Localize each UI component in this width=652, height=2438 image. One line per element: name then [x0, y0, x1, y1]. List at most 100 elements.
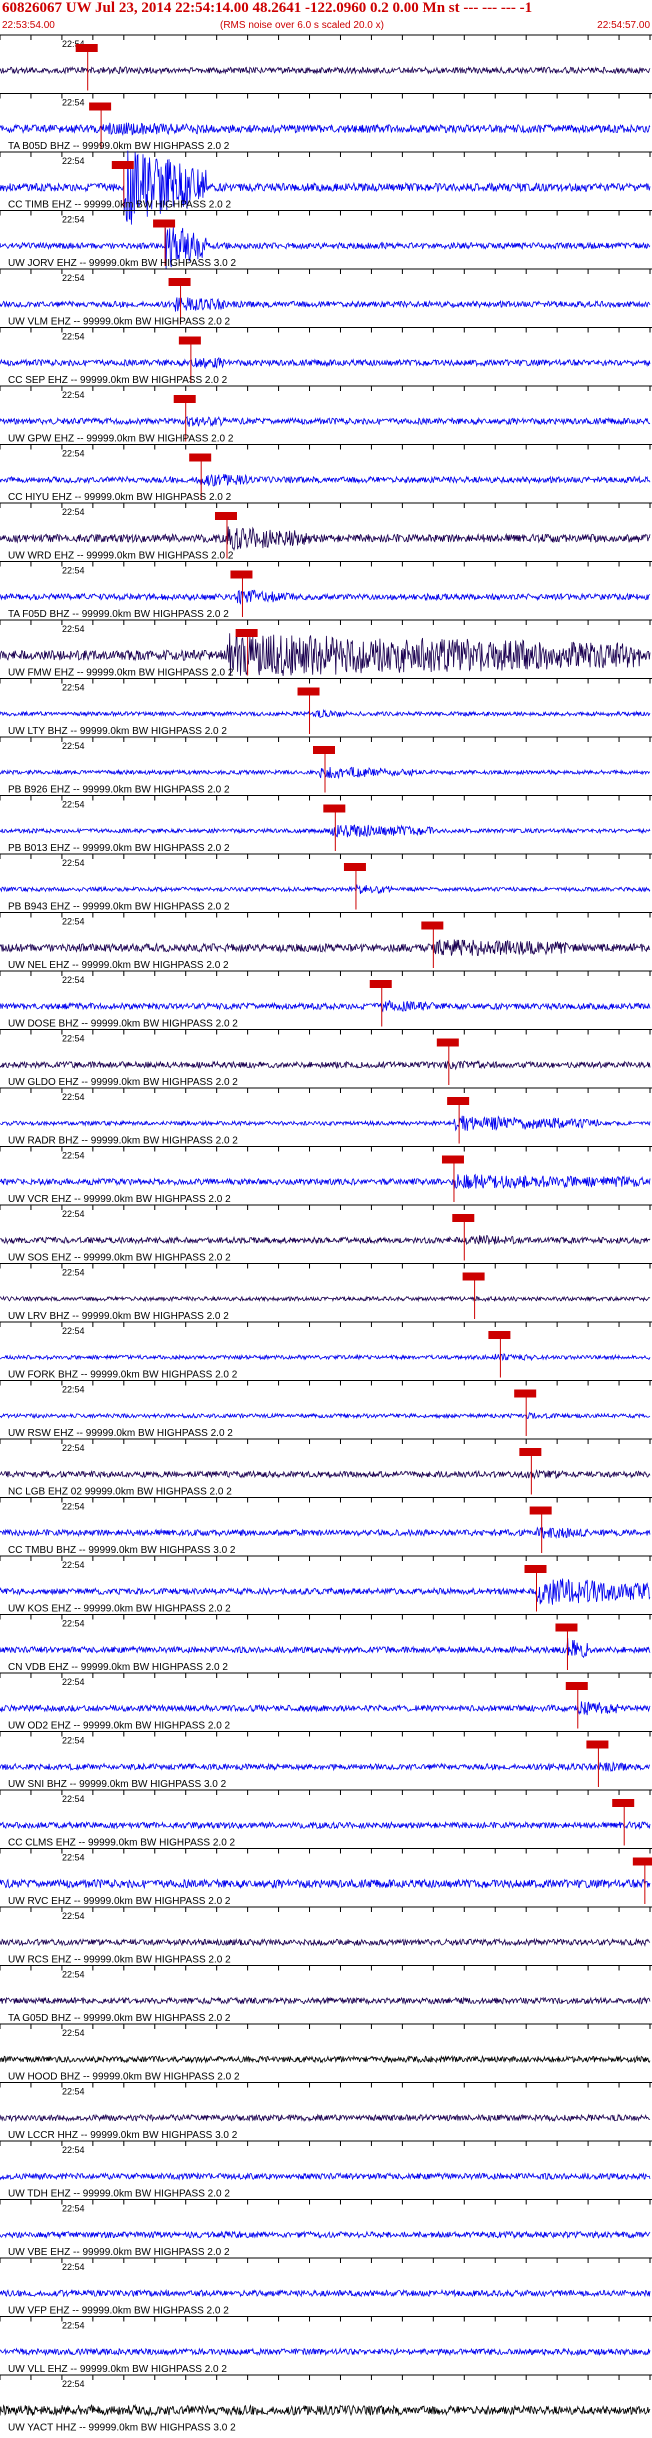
- pick-marker: [313, 746, 335, 754]
- pick-marker: [214, 512, 237, 520]
- waveform: [0, 1578, 651, 1605]
- time-label: 22:54: [62, 449, 85, 459]
- time-label: 22:54: [62, 98, 85, 108]
- trace-7: 22:54 CC HIYU EHZ -- 99999.0km BW HIGHPAS…: [0, 444, 652, 503]
- station-label: UW RVC EHZ -- 99999.0km BW HIGHPASS 2.0 …: [8, 1896, 231, 1907]
- station-label: UW SNI BHZ -- 99999.0km BW HIGHPASS 3.0 …: [8, 1779, 227, 1790]
- pick-marker: [173, 395, 196, 403]
- station-label: TA G05D BHZ -- 99999.0km BW HIGHPASS 2.0…: [8, 2013, 231, 2024]
- time-label: 22:54: [62, 858, 85, 868]
- waveform: [0, 999, 651, 1013]
- station-label: CC SEP EHZ -- 99999.0km BW HIGHPASS 2.0 …: [8, 375, 228, 386]
- time-label: 22:54: [62, 1970, 85, 1980]
- waveform: [0, 1526, 651, 1539]
- waveform: [0, 526, 651, 551]
- trace-21: 22:54 UW LRV BHZ -- 99999.0km BW HIGHPASS…: [0, 1263, 652, 1322]
- trace-35: 22:54 UW LCCR HHZ -- 99999.0km BW HIGHPAS…: [0, 2082, 652, 2141]
- trace-27: 22:54 CN VDB EHZ -- 99999.0km BW HIGHPASS…: [0, 1614, 652, 1673]
- waveform: [0, 2230, 651, 2240]
- waveform: [0, 1295, 651, 1303]
- pick-marker: [555, 1623, 578, 1632]
- time-label: 22:54: [62, 1736, 85, 1746]
- station-label: UW VLL EHZ -- 99999.0km BW HIGHPASS 2.0 …: [8, 2364, 227, 2375]
- pick-marker: [632, 1857, 652, 1866]
- trace-39: 22:54 UW VLL EHZ -- 99999.0km BW HIGHPASS…: [0, 2316, 652, 2375]
- pick-marker: [519, 1448, 542, 1456]
- time-label: 22:54: [62, 741, 85, 751]
- station-label: UW LRV BHZ -- 99999.0km BW HIGHPASS 2.0 …: [8, 1311, 229, 1322]
- trace-9: 22:54 TA F05D BHZ -- 99999.0km BW HIGHPAS…: [0, 561, 652, 620]
- trace-8: 22:54 UW WRD EHZ -- 99999.0km BW HIGHPASS…: [0, 502, 652, 562]
- trace-30: 22:54 CC CLMS EHZ -- 99999.0km BW HIGHPAS…: [0, 1789, 652, 1849]
- time-label: 22:54: [62, 1677, 85, 1687]
- waveform: [0, 1469, 651, 1480]
- station-label: TA F05D BHZ -- 99999.0km BW HIGHPASS 2.0…: [8, 609, 229, 620]
- time-label: 22:54: [62, 1151, 85, 1161]
- pick-marker: [369, 980, 392, 988]
- waveform: [0, 708, 651, 718]
- trace-33: 22:54 TA G05D BHZ -- 99999.0km BW HIGHPAS…: [0, 1965, 652, 2024]
- pick-marker: [153, 219, 176, 228]
- trace-36: 22:54 UW TDH EHZ -- 99999.0km BW HIGHPASS…: [0, 2140, 652, 2200]
- pick-marker: [89, 102, 112, 111]
- waveform: [0, 1060, 651, 1071]
- pick-marker: [343, 863, 366, 871]
- waveform: [0, 2288, 651, 2298]
- trace-23: 22:54 UW RSW EHZ -- 99999.0km BW HIGHPASS…: [0, 1380, 652, 1439]
- station-label: CC TIMB EHZ -- 99999.0km BW HIGHPASS 2.0…: [8, 200, 231, 211]
- end-time: 22:54:57.00: [597, 20, 650, 31]
- header: 60826067 UW Jul 23, 2014 22:54:14.00 48.…: [0, 0, 652, 36]
- time-label: 22:54: [62, 2262, 85, 2272]
- station-label: CC TMBU BHZ -- 99999.0km BW HIGHPASS 3.0…: [8, 1545, 236, 1556]
- pick-marker: [235, 629, 258, 637]
- waveform: [0, 473, 651, 487]
- time-label: 22:54: [62, 917, 85, 927]
- station-label: UW JORV EHZ -- 99999.0km BW HIGHPASS 3.0…: [8, 258, 236, 269]
- waveform: [0, 297, 651, 312]
- pick-marker: [529, 1506, 552, 1515]
- time-label: 22:54: [62, 1911, 85, 1921]
- time-label: 22:54: [62, 390, 85, 400]
- waveform: [0, 1173, 651, 1189]
- trace-24: 22:54 NC LGB EHZ 02 99999.0km BW HIGHPASS…: [0, 1438, 652, 1498]
- station-label: TA B05D BHZ -- 99999.0km BW HIGHPASS 2.0…: [8, 141, 230, 152]
- station-label: UW FMW EHZ -- 99999.0km BW HIGHPASS 2.0 …: [8, 668, 234, 679]
- time-label: 22:54: [62, 975, 85, 985]
- time-label: 22:54: [62, 215, 85, 225]
- start-time: 22:53:54.00: [2, 20, 55, 31]
- station-label: UW SOS EHZ -- 99999.0km BW HIGHPASS 2.0 …: [8, 1253, 231, 1264]
- trace-31: 22:54 UW RVC EHZ -- 99999.0km BW HIGHPASS…: [0, 1848, 652, 1907]
- pick-marker: [452, 1214, 475, 1222]
- time-label: 22:54: [62, 156, 85, 166]
- waveform: [0, 1353, 651, 1362]
- waveform: [0, 1412, 651, 1420]
- station-label: UW OD2 EHZ -- 99999.0km BW HIGHPASS 2.0 …: [8, 1721, 231, 1732]
- station-label: UW FORK BHZ -- 99999.0km BW HIGHPASS 2.0…: [8, 1370, 238, 1381]
- time-label: 22:54: [62, 800, 85, 810]
- trace-17: 22:54 UW GLDO EHZ -- 99999.0km BW HIGHPAS…: [0, 1029, 652, 1088]
- pick-marker: [230, 570, 253, 579]
- trace-5: 22:54 CC SEP EHZ -- 99999.0km BW HIGHPASS…: [0, 327, 652, 386]
- trace-32: 22:54 UW RCS EHZ -- 99999.0km BW HIGHPASS…: [0, 1906, 652, 1966]
- time-label: 22:54: [62, 1268, 85, 1278]
- pick-marker: [75, 44, 98, 52]
- time-label: 22:54: [62, 1619, 85, 1629]
- trace-15: 22:54 UW NEL EHZ -- 99999.0km BW HIGHPASS…: [0, 912, 652, 971]
- pick-marker: [586, 1740, 609, 1749]
- trace-37: 22:54 UW VBE EHZ -- 99999.0km BW HIGHPASS…: [0, 2199, 652, 2258]
- station-label: UW VCR EHZ -- 99999.0km BW HIGHPASS 2.0 …: [8, 1194, 231, 1205]
- pick-marker: [524, 1565, 547, 1573]
- time-label: 22:54: [62, 1443, 85, 1453]
- time-label: 22:54: [62, 683, 85, 693]
- waveform: [0, 150, 651, 225]
- station-label: UW RADR BHZ -- 99999.0km BW HIGHPASS 2.0…: [8, 1136, 238, 1147]
- waveform: [0, 1637, 651, 1659]
- trace-38: 22:54 UW VFP EHZ -- 99999.0km BW HIGHPASS…: [0, 2257, 652, 2317]
- station-label: CC HIYU EHZ -- 99999.0km BW HIGHPASS 2.0…: [8, 492, 232, 503]
- pick-marker: [488, 1331, 511, 1339]
- station-label: UW YACT HHZ -- 99999.0km BW HIGHPASS 3.0…: [8, 2423, 236, 2434]
- trace-0: 22:54: [0, 34, 652, 91]
- pick-marker: [462, 1272, 485, 1281]
- station-label: UW GPW EHZ -- 99999.0km BW HIGHPASS 2.0 …: [8, 434, 234, 445]
- trace-20: 22:54 UW SOS EHZ -- 99999.0km BW HIGHPASS…: [0, 1204, 652, 1264]
